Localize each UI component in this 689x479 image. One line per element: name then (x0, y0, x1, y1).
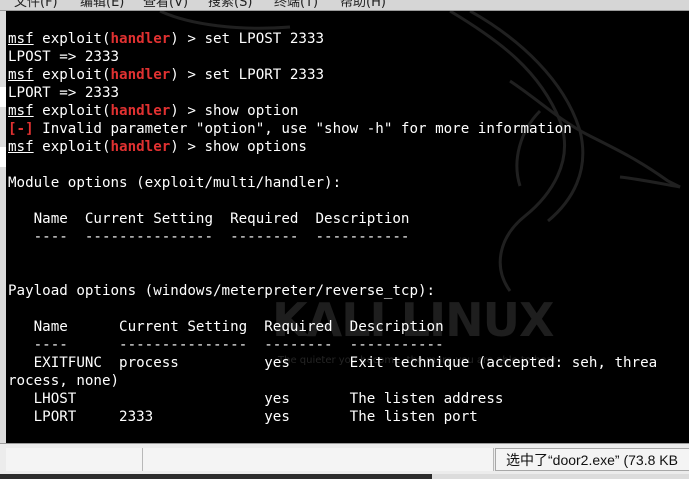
terminal-text: LPORT => 2333 (8, 85, 120, 101)
terminal-text: exploit( (33, 103, 111, 119)
terminal-line: ---- --------------- -------- ----------… (8, 228, 689, 246)
terminal-text: Name Current Setting Required Descriptio… (8, 319, 444, 335)
terminal-line: LPORT => 2333 (8, 84, 689, 102)
terminal-highlight-text: handler (110, 31, 171, 47)
msf-prompt: msf (8, 139, 34, 155)
msf-prompt: msf (8, 67, 34, 83)
terminal-line: LPORT 2333 yes The listen port (8, 408, 689, 426)
terminal-text: LPOST => 2333 (8, 49, 120, 65)
terminal-line: ---- --------------- -------- ----------… (8, 336, 689, 354)
terminal-window[interactable]: KALI LINUX The quieter you become, the m… (0, 11, 689, 443)
taskbar-strip (0, 474, 689, 479)
terminal-line: Payload options (windows/meterpreter/rev… (8, 282, 689, 300)
terminal-text: ---- --------------- -------- ----------… (8, 229, 410, 245)
terminal-text: Invalid parameter "option", use "show -h… (33, 121, 572, 137)
menu-file[interactable]: 文件(F) (14, 0, 58, 10)
terminal-line: rocess, none) (8, 372, 689, 390)
menu-edit[interactable]: 编辑(E) (80, 0, 124, 10)
terminal-text: exploit( (33, 31, 111, 47)
file-selection-status: 选中了“door2.exe” (73.8 KB (495, 448, 689, 471)
terminal-line: Name Current Setting Required Descriptio… (8, 318, 689, 336)
terminal-line: Module options (exploit/multi/handler): (8, 174, 689, 192)
terminal-highlight-text: handler (110, 67, 171, 83)
terminal-text: rocess, none) (8, 373, 120, 389)
terminal-text: Payload options (windows/meterpreter/rev… (8, 283, 436, 299)
terminal-text: exploit( (33, 139, 111, 155)
terminal-text: LPORT 2333 yes The listen port (8, 409, 478, 425)
terminal-line: msf exploit(handler) > set LPOST 2333 (8, 30, 689, 48)
terminal-line: [-] Invalid parameter "option", use "sho… (8, 120, 689, 138)
menu-terminal[interactable]: 终端(T) (274, 0, 318, 10)
terminal-text: LHOST yes The listen address (8, 391, 504, 407)
left-edge-mark (0, 87, 6, 107)
terminal-text: EXITFUNC process yes Exit technique (acc… (8, 355, 658, 371)
status-bar-divider (0, 443, 689, 444)
menu-view[interactable]: 查看(V) (143, 0, 188, 10)
left-edge-mark (0, 147, 6, 167)
terminal-line: msf exploit(handler) > show options (8, 138, 689, 156)
terminal-line: LPOST => 2333 (8, 48, 689, 66)
terminal-line: msf exploit(handler) > show option (8, 102, 689, 120)
terminal-line: Name Current Setting Required Descriptio… (8, 210, 689, 228)
terminal-line: LHOST yes The listen address (8, 390, 689, 408)
msf-prompt: msf (8, 103, 34, 119)
terminal-highlight-text: handler (110, 139, 171, 155)
taskbar-tab[interactable] (0, 474, 432, 479)
status-field (6, 448, 143, 471)
terminal-output: msf exploit(handler) > set LPOST 2333 LPO… (8, 30, 689, 426)
menu-search[interactable]: 搜索(S) (208, 0, 252, 10)
msf-prompt: msf (8, 31, 34, 47)
terminal-text: exploit( (33, 67, 111, 83)
menu-bar: 文件(F) 编辑(E) 查看(V) 搜索(S) 终端(T) 帮助(H) (0, 0, 689, 11)
terminal-line: msf exploit(handler) > set LPORT 2333 (8, 66, 689, 84)
terminal-line: EXITFUNC process yes Exit technique (acc… (8, 354, 689, 372)
status-field (143, 448, 494, 471)
terminal-highlight-text: [-] (8, 121, 34, 137)
terminal-text: ) > show options (170, 139, 307, 155)
terminal-highlight-text: handler (110, 103, 171, 119)
terminal-text: ) > show option (170, 103, 299, 119)
left-edge-bar (0, 11, 6, 443)
terminal-text: Name Current Setting Required Descriptio… (8, 211, 410, 227)
terminal-text: ) > set LPORT 2333 (170, 67, 325, 83)
terminal-text: ) > set LPOST 2333 (170, 31, 325, 47)
menu-help[interactable]: 帮助(H) (340, 0, 386, 10)
terminal-text: Module options (exploit/multi/handler): (8, 175, 342, 191)
terminal-text: ---- --------------- -------- ----------… (8, 337, 444, 353)
